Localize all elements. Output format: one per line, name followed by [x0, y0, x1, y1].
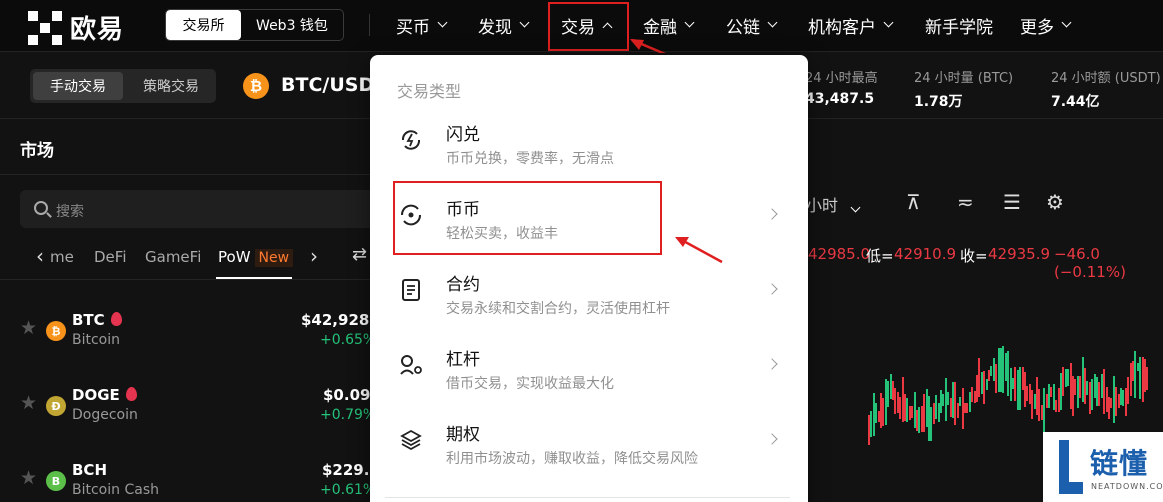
- stat-24h-high: 24 小时最高 43,487.5: [805, 71, 878, 107]
- coin-change: +0.79%: [320, 407, 377, 423]
- chevron-down-icon: [767, 17, 778, 28]
- okx-logo[interactable]: 欧易: [28, 9, 124, 46]
- category-tab-defi[interactable]: DeFi: [94, 248, 126, 266]
- chevron-down-icon: [883, 17, 894, 28]
- btc-coin-icon: ₿: [46, 321, 66, 341]
- category-tab-meme[interactable]: me: [50, 248, 74, 266]
- ohlc-low-label: 低=: [866, 247, 894, 265]
- ohlc-change: −46.0 (−0.11%): [1054, 245, 1126, 281]
- hot-fire-icon: [110, 312, 122, 326]
- chevron-down-icon: [519, 17, 530, 28]
- btc-icon: ₿: [243, 73, 269, 99]
- candle-type-icon[interactable]: ⊼: [906, 190, 921, 214]
- chevron-right-icon: [766, 283, 778, 295]
- indicator-icon[interactable]: ≂: [957, 190, 974, 214]
- hot-fire-icon: [125, 387, 137, 401]
- nav-buy-crypto[interactable]: 买币: [396, 12, 448, 38]
- nav-divider: [369, 14, 370, 36]
- settings-gear-icon[interactable]: ⚙: [1046, 190, 1064, 214]
- logo-text: 欧易: [70, 15, 125, 45]
- neatdown-logo-icon: [1059, 440, 1083, 494]
- trade-type-dropdown: 交易类型 闪兑 币币兑换，零费率，无滑点 币币 轻松买卖，收益丰 合约 交易永续…: [370, 55, 808, 502]
- coin-name: Bitcoin: [72, 332, 121, 348]
- category-tab-pow[interactable]: PoW New: [218, 248, 294, 267]
- search-placeholder: 搜索: [56, 204, 84, 220]
- web3-wallet-button[interactable]: Web3 钱包: [241, 10, 343, 40]
- market-title: 市场: [20, 141, 54, 161]
- nav-discover[interactable]: 发现: [478, 12, 530, 38]
- search-input[interactable]: 搜索: [20, 190, 400, 228]
- favorite-star-icon[interactable]: ★: [20, 317, 37, 339]
- chevron-down-icon: [684, 17, 695, 28]
- chevron-down-icon: [1061, 17, 1072, 28]
- chevron-right-icon: [766, 433, 778, 445]
- okx-logo-icon: [28, 10, 62, 45]
- coin-name: Dogecoin: [72, 407, 138, 423]
- ohlc-close-value: 42935.9: [988, 245, 1051, 263]
- chevron-down-icon: [850, 202, 861, 213]
- mode-switch: 交易所 Web3 钱包: [165, 9, 344, 41]
- coin-row-btc[interactable]: ★ ₿ BTC Bitcoin $42,928.8 +0.65%: [0, 300, 400, 370]
- favorite-star-icon[interactable]: ★: [20, 467, 37, 489]
- stat-24h-amount: 24 小时额 (USDT) 7.44亿: [1051, 71, 1161, 110]
- flash-swap-icon: [401, 130, 421, 150]
- chevron-down-icon: [437, 17, 448, 28]
- exchange-mode-button[interactable]: 交易所: [166, 10, 241, 40]
- contract-icon: [402, 279, 420, 301]
- trade-type-toggle: 手动交易 策略交易: [30, 69, 216, 103]
- nav-more[interactable]: 更多: [1020, 12, 1072, 38]
- nav-academy[interactable]: 新手学院: [925, 12, 993, 38]
- dropdown-item-margin[interactable]: 杠杆 借币交易，实现收益最大化: [370, 335, 808, 405]
- manual-trade-tab[interactable]: 手动交易: [33, 72, 123, 100]
- nav-institutional[interactable]: 机构客户: [808, 12, 894, 38]
- neatdown-watermark: 链懂 NEATDOWN.COM: [1043, 432, 1163, 502]
- ohlc-low-value: 42910.9: [894, 245, 957, 263]
- dropdown-item-contract[interactable]: 合约 交易永续和交割合约，灵活使用杠杆: [370, 260, 808, 330]
- strategy-trade-tab[interactable]: 策略交易: [128, 72, 214, 100]
- coin-symbol: BCH: [72, 461, 107, 479]
- options-layers-icon: [400, 429, 422, 451]
- coin-row-doge[interactable]: ★ Ð DOGE Dogecoin $0.093 +0.79%: [0, 375, 400, 445]
- trade-nav-highlight-box: [548, 2, 629, 51]
- nav-finance[interactable]: 金融: [643, 12, 695, 38]
- divider: [0, 279, 400, 280]
- menu-list-icon[interactable]: ☰: [1003, 190, 1021, 214]
- search-icon: [34, 201, 48, 215]
- dropdown-item-options[interactable]: 期权 利用市场波动，赚取收益，降低交易风险: [370, 410, 808, 480]
- chevron-right-icon[interactable]: ›: [310, 244, 318, 268]
- divider: [385, 497, 790, 498]
- candle: [1134, 351, 1137, 398]
- coin-change: +0.65%: [320, 332, 377, 348]
- coin-change: +0.61%: [320, 482, 377, 498]
- annotation-arrow-icon: [675, 236, 723, 264]
- spot-item-highlight-box: [393, 181, 662, 255]
- chevron-left-icon[interactable]: ‹: [36, 244, 44, 268]
- chevron-right-icon: [766, 208, 778, 220]
- new-badge: New: [254, 249, 294, 267]
- dropdown-heading: 交易类型: [397, 82, 462, 101]
- nav-chain[interactable]: 公链: [726, 12, 778, 38]
- favorite-star-icon[interactable]: ★: [20, 392, 37, 414]
- candle: [1146, 366, 1149, 390]
- bch-coin-icon: B: [46, 471, 66, 491]
- category-tab-gamefi[interactable]: GameFi: [145, 248, 201, 266]
- coin-name: Bitcoin Cash: [72, 482, 159, 498]
- ohlc-close-label: 收=: [960, 247, 988, 265]
- divider: [0, 174, 400, 175]
- chevron-right-icon: [766, 358, 778, 370]
- coin-row-bch[interactable]: ★ B BCH Bitcoin Cash $229.4 +0.61%: [0, 450, 400, 502]
- margin-icon: [400, 355, 422, 375]
- coin-symbol: BTC: [72, 311, 122, 329]
- stat-24h-volume: 24 小时量 (BTC) 1.78万: [914, 71, 1014, 110]
- doge-coin-icon: Ð: [46, 396, 66, 416]
- timeframe-select[interactable]: 小时: [806, 192, 861, 216]
- coin-symbol: DOGE: [72, 386, 137, 404]
- dropdown-item-flash-swap[interactable]: 闪兑 币币兑换，零费率，无滑点: [370, 110, 808, 180]
- ohlc-high-value: 42985.0: [808, 245, 871, 263]
- swap-icon[interactable]: ⇄: [352, 244, 367, 265]
